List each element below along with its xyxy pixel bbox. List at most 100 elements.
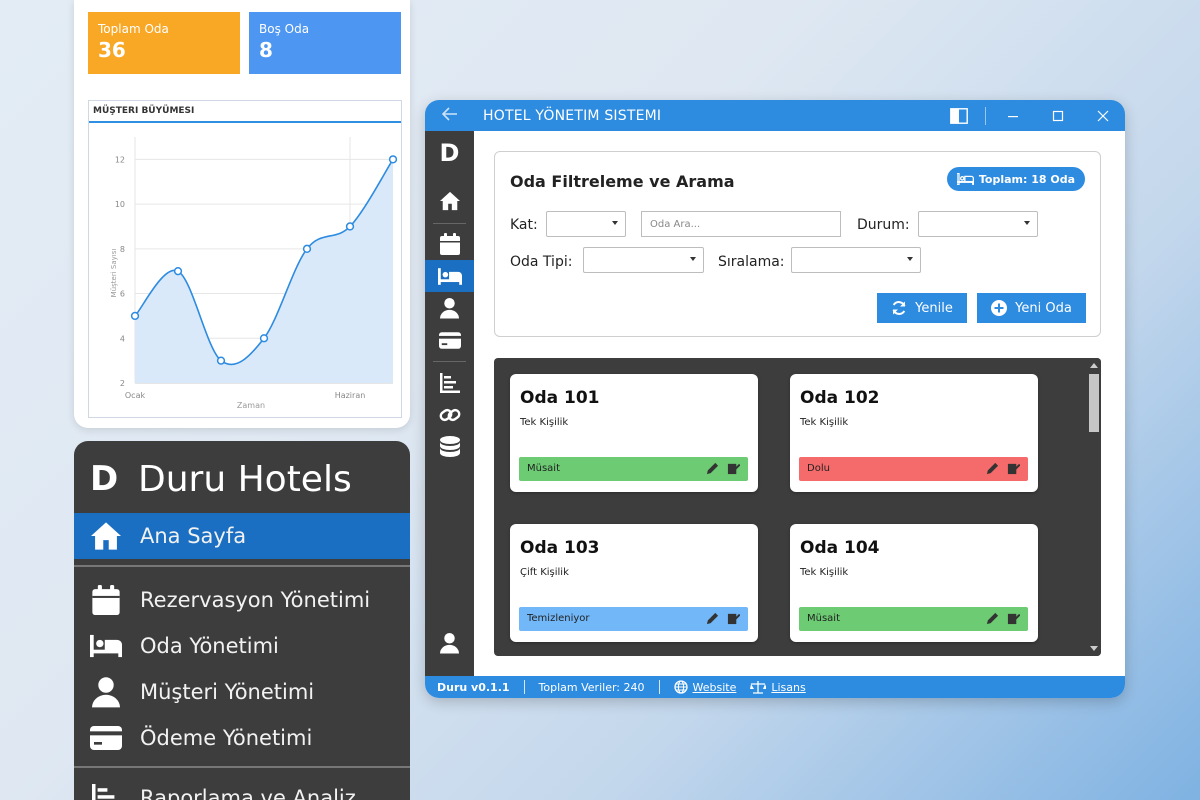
status-select[interactable] <box>918 211 1038 237</box>
chart-data-point <box>388 155 398 164</box>
status-bar: Duru v0.1.1 Toplam Veriler: 240 Website … <box>425 676 1125 698</box>
website-link-text[interactable]: Website <box>693 681 737 694</box>
sidebar-item-label: Raporlama ve Analiz <box>140 786 356 800</box>
sidebar-item-customers[interactable]: Müşteri Yönetimi <box>74 669 410 715</box>
room-card[interactable]: Oda 103 Çift Kişilik Temizleniyor <box>510 524 758 642</box>
home-icon <box>439 191 460 211</box>
home-icon <box>88 518 124 554</box>
chart-y-tick-label: 4 <box>120 334 125 343</box>
customer-growth-chart: 2 4 6 8 10 12 Ocak Haziran Müşteri Sayısı Zama… <box>110 137 398 410</box>
divider <box>74 565 410 567</box>
room-name: Oda 104 <box>800 538 880 558</box>
rail-integrations[interactable] <box>425 399 474 431</box>
chart-x-tick-label: Ocak <box>125 391 146 400</box>
plus-circle-icon <box>991 300 1008 316</box>
back-arrow-icon[interactable] <box>425 105 475 126</box>
edit-icon[interactable] <box>706 612 719 625</box>
notes-icon[interactable] <box>1007 462 1020 475</box>
room-status-bar: Müsait <box>799 607 1028 631</box>
version-text: Duru v0.1.1 <box>437 680 510 694</box>
chart-icon <box>88 780 124 800</box>
divider <box>433 361 466 362</box>
edit-icon[interactable] <box>986 462 999 475</box>
status-label: Durum: <box>857 217 910 233</box>
brand: D Duru Hotels <box>90 449 352 509</box>
sidebar-item-label: Ödeme Yönetimi <box>140 726 313 750</box>
scroll-up-icon[interactable] <box>1090 363 1098 368</box>
credit-card-icon <box>438 331 461 349</box>
room-status-text: Müsait <box>527 463 561 474</box>
chart-y-tick-label: 2 <box>120 379 125 388</box>
maximize-icon[interactable] <box>1035 100 1080 131</box>
refresh-label: Yenile <box>915 300 953 316</box>
license-link-text[interactable]: Lisans <box>771 681 805 694</box>
room-name: Oda 101 <box>520 388 600 408</box>
total-rooms-value: 36 <box>98 38 126 62</box>
rail-home[interactable] <box>425 185 474 217</box>
room-name: Oda 102 <box>800 388 880 408</box>
notes-icon[interactable] <box>727 612 740 625</box>
rail-payments[interactable] <box>425 324 474 356</box>
chart-icon <box>439 373 460 393</box>
rail-logo: D <box>425 137 474 169</box>
sort-select[interactable] <box>791 247 921 273</box>
license-link[interactable]: Lisans <box>750 680 819 694</box>
room-type-label: Oda Tipi: <box>510 254 573 270</box>
bed-icon <box>956 173 974 185</box>
sort-label: Sıralama: <box>718 254 785 270</box>
refresh-icon <box>892 301 906 315</box>
chart-data-point <box>173 267 183 276</box>
total-data-text: Toplam Veriler: 240 <box>538 680 645 694</box>
scroll-down-icon[interactable] <box>1090 646 1098 651</box>
content-area: Oda Filtreleme ve Arama Toplam: 18 Oda K… <box>474 131 1125 676</box>
rail-reports[interactable] <box>425 367 474 399</box>
minimize-icon[interactable] <box>990 100 1035 131</box>
sidebar-item-payments[interactable]: Ödeme Yönetimi <box>74 715 410 761</box>
sidebar-item-label: Oda Yönetimi <box>140 634 279 658</box>
room-card[interactable]: Oda 104 Tek Kişilik Müsait <box>790 524 1038 642</box>
sidebar-item-reservations[interactable]: Rezervasyon Yönetimi <box>74 577 410 623</box>
sidebar-item-label: Rezervasyon Yönetimi <box>140 588 371 612</box>
total-rooms-badge-label: Toplam: 18 Oda <box>978 172 1075 186</box>
sidebar-item-reports[interactable]: Raporlama ve Analiz <box>74 775 410 800</box>
window-controls <box>936 100 1125 131</box>
sidebar-item-home[interactable]: Ana Sayfa <box>74 513 410 559</box>
notes-icon[interactable] <box>727 462 740 475</box>
close-icon[interactable] <box>1080 100 1125 131</box>
rail-customers[interactable] <box>425 292 474 324</box>
sidebar-item-rooms[interactable]: Oda Yönetimi <box>74 623 410 669</box>
chart-data-point <box>216 356 226 365</box>
divider <box>74 766 410 768</box>
rail-database[interactable] <box>425 431 474 463</box>
rail-profile[interactable] <box>425 627 474 659</box>
rail-reservations[interactable] <box>425 228 474 260</box>
rooms-scrollbar[interactable] <box>1087 358 1101 656</box>
room-status-text: Dolu <box>807 463 830 474</box>
refresh-button[interactable]: Yenile <box>877 293 967 323</box>
panel-toggle-icon[interactable] <box>936 100 981 131</box>
scrollbar-thumb[interactable] <box>1089 374 1099 432</box>
logo-text: D <box>439 139 460 167</box>
bed-icon <box>437 267 462 285</box>
edit-icon[interactable] <box>986 612 999 625</box>
chart-x-tick-label: Haziran <box>335 391 366 400</box>
room-type-select[interactable] <box>583 247 704 273</box>
floor-select[interactable] <box>546 211 626 237</box>
chart-data-point <box>345 222 355 231</box>
filter-title: Oda Filtreleme ve Arama <box>510 172 735 191</box>
main-sidebar: D Duru Hotels Ana Sayfa Rezervasyon Yöne… <box>74 441 410 800</box>
room-search-input[interactable] <box>641 211 841 237</box>
room-type: Tek Kişilik <box>800 417 849 428</box>
room-card[interactable]: Oda 102 Tek Kişilik Dolu <box>790 374 1038 492</box>
room-card[interactable]: Oda 101 Tek Kişilik Müsait <box>510 374 758 492</box>
chevron-down-icon <box>690 257 696 261</box>
edit-icon[interactable] <box>706 462 719 475</box>
rail-rooms[interactable] <box>425 260 474 292</box>
user-icon <box>440 298 459 319</box>
room-status-text: Müsait <box>807 613 841 624</box>
notes-icon[interactable] <box>1007 612 1020 625</box>
new-room-button[interactable]: Yeni Oda <box>977 293 1086 323</box>
customer-growth-panel: MÜŞTERI BÜYÜMESI 2 4 6 8 10 12 Ocak Haziran Mü… <box>88 100 402 418</box>
floor-label: Kat: <box>510 217 538 233</box>
website-link[interactable]: Website <box>660 680 751 694</box>
